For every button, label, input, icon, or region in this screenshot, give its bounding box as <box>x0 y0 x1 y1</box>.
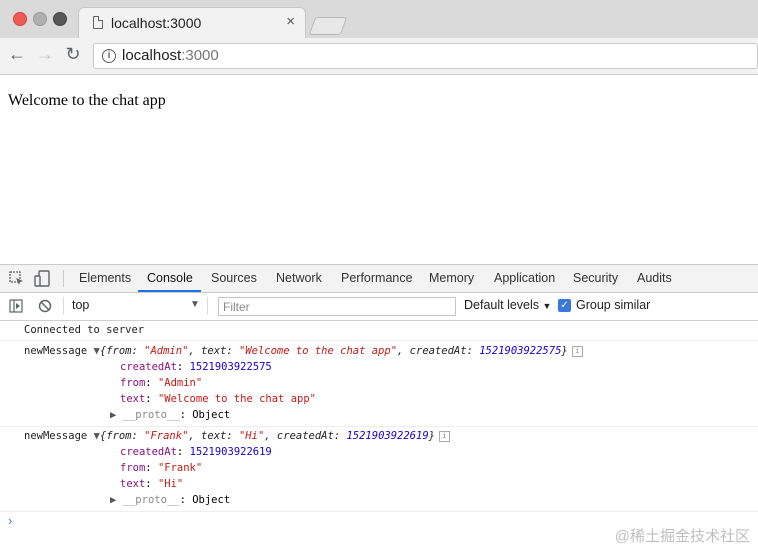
new-tab-button[interactable] <box>308 17 348 35</box>
document-icon <box>93 16 103 29</box>
minimize-window-button[interactable] <box>33 12 47 26</box>
active-tab-indicator <box>138 290 201 292</box>
object-property: createdAt: 1521903922575 <box>120 361 272 373</box>
object-property: text: "Welcome to the chat app" <box>120 393 316 405</box>
console-log-message[interactable]: newMessage ▼{from: "Frank", text: "Hi", … <box>24 430 450 442</box>
back-button[interactable]: ← <box>6 44 28 65</box>
object-property: from: "Admin" <box>120 377 203 389</box>
log-label: newMessage <box>24 430 88 442</box>
tab-network[interactable]: Network <box>276 271 322 285</box>
tab-sources[interactable]: Sources <box>211 271 257 285</box>
console-log-connected: Connected to server <box>24 324 145 336</box>
collapsed-triangle-icon: ▶ <box>110 494 117 506</box>
object-property: createdAt: 1521903922619 <box>120 446 272 458</box>
collapsed-triangle-icon: ▶ <box>110 409 117 421</box>
tab-elements[interactable]: Elements <box>79 271 131 285</box>
console-row-divider <box>0 426 758 427</box>
reload-button[interactable]: ↻ <box>62 44 84 65</box>
clear-console-icon[interactable] <box>38 299 52 313</box>
browser-tab-bar: localhost:3000 × <box>0 0 758 38</box>
devtools-tab-bar: Elements Console Sources Network Perform… <box>0 265 758 293</box>
log-label: newMessage <box>24 345 88 357</box>
device-toolbar-icon[interactable] <box>34 270 52 288</box>
console-row-divider <box>0 340 758 341</box>
tab-close-icon[interactable]: × <box>286 13 295 30</box>
close-window-button[interactable] <box>13 12 27 26</box>
tab-audits[interactable]: Audits <box>637 271 672 285</box>
show-sidebar-icon[interactable] <box>9 299 23 313</box>
info-icon[interactable]: i <box>102 49 116 63</box>
toolbar-divider <box>207 297 208 315</box>
object-property: text: "Hi" <box>120 478 184 490</box>
url-text: localhost:3000 <box>122 47 219 64</box>
console-row-divider <box>0 511 758 512</box>
console-toolbar: top ▼ Filter Default levels ▼ ✓ Group si… <box>0 293 758 321</box>
toolbar-divider <box>63 270 64 287</box>
console-prompt[interactable]: › <box>8 513 12 528</box>
page-welcome-text: Welcome to the chat app <box>8 92 166 109</box>
object-proto[interactable]: ▶ __proto__: Object <box>110 409 230 421</box>
log-levels-select[interactable]: Default levels ▼ <box>464 298 551 312</box>
tab-security[interactable]: Security <box>573 271 618 285</box>
devtools-panel: Elements Console Sources Network Perform… <box>0 264 758 553</box>
tab-console[interactable]: Console <box>147 271 193 285</box>
group-similar-checkbox[interactable]: ✓ <box>558 299 571 312</box>
maximize-window-button[interactable] <box>53 12 67 26</box>
info-icon: i <box>438 430 450 442</box>
inspect-element-icon[interactable] <box>9 271 25 287</box>
object-proto[interactable]: ▶ __proto__: Object <box>110 494 230 506</box>
tab-performance[interactable]: Performance <box>341 271 413 285</box>
toolbar-divider <box>63 297 64 315</box>
group-similar-label: Group similar <box>576 298 651 312</box>
browser-tab[interactable]: localhost:3000 × <box>78 7 306 38</box>
watermark: @稀土掘金技术社区 <box>614 528 750 545</box>
info-icon: i <box>571 345 583 357</box>
tab-title: localhost:3000 <box>111 15 202 31</box>
context-select[interactable]: top <box>72 298 89 312</box>
chevron-down-icon[interactable]: ▼ <box>190 299 200 310</box>
tab-memory[interactable]: Memory <box>429 271 474 285</box>
address-bar[interactable]: i localhost:3000 <box>93 43 758 69</box>
tab-application[interactable]: Application <box>494 271 555 285</box>
chevron-down-icon: ▼ <box>542 301 552 311</box>
object-property: from: "Frank" <box>120 462 203 474</box>
filter-input[interactable]: Filter <box>218 297 456 316</box>
browser-toolbar: ← → ↻ i localhost:3000 <box>0 38 758 75</box>
forward-button[interactable]: → <box>34 44 56 65</box>
console-log-message[interactable]: newMessage ▼{from: "Admin", text: "Welco… <box>24 345 583 357</box>
